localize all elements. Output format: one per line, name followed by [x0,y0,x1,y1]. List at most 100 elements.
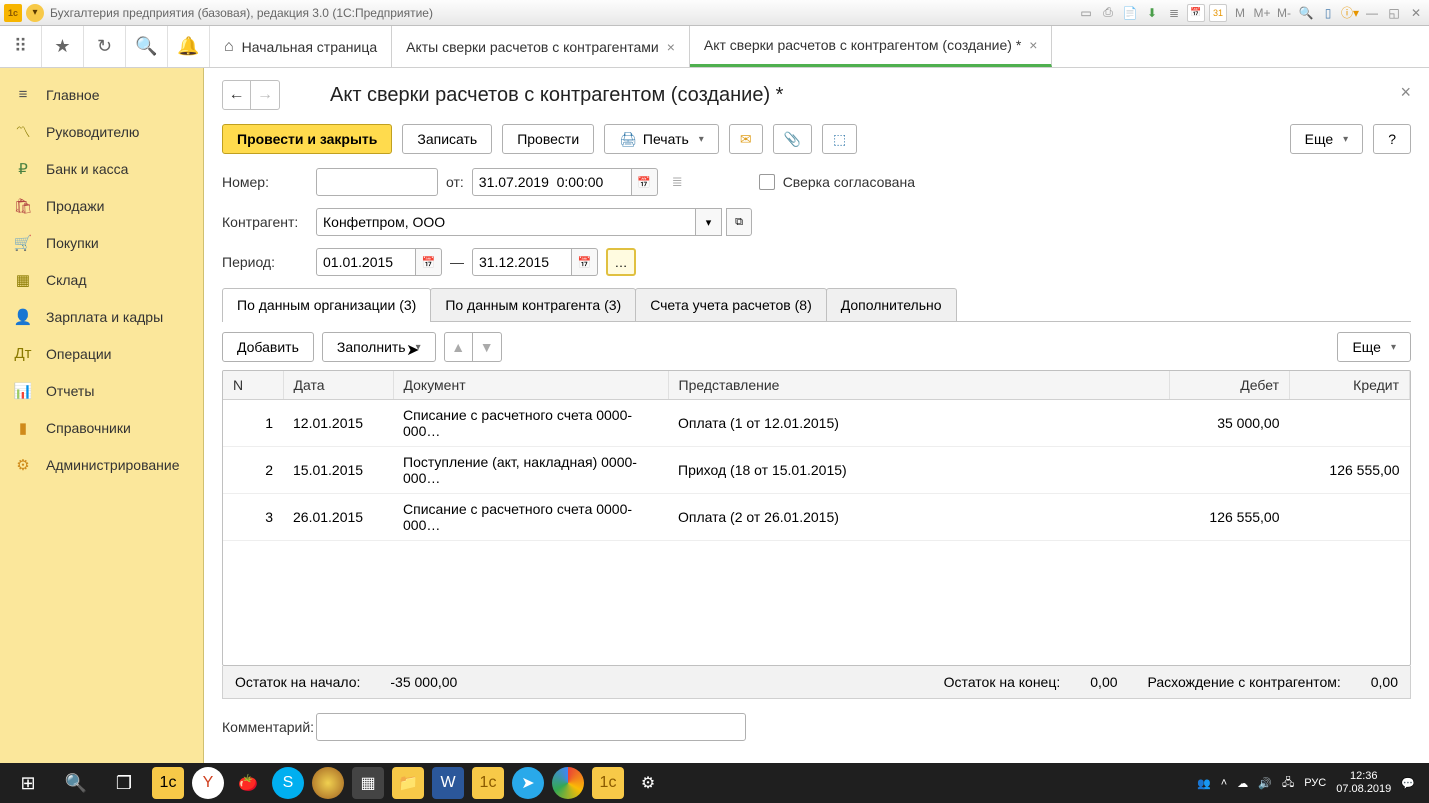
tomato-icon[interactable]: 🍅 [232,767,264,799]
tb-calendar-icon[interactable]: 📅 [1187,4,1205,22]
dropdown-icon[interactable]: ▾ [696,208,722,236]
telegram-icon[interactable]: ➤ [512,767,544,799]
table-more-button[interactable]: Еще [1337,332,1411,362]
tb-download-icon[interactable]: ⬇ [1143,4,1161,22]
reconciled-checkbox[interactable] [759,174,775,190]
col-n[interactable]: N [223,371,283,400]
tb-mplus-icon[interactable]: М+ [1253,4,1271,22]
tab-act-create[interactable]: Акт сверки расчетов с контрагентом (созд… [690,26,1053,67]
tray-lang[interactable]: РУС [1304,777,1326,789]
yandex-icon[interactable]: Y [192,767,224,799]
app-dropdown-icon[interactable] [26,4,44,22]
sidebar-item-admin[interactable]: ⚙Администрирование [0,446,203,483]
sidebar-item-sales[interactable]: 🛍Продажи [0,187,203,224]
app-1c-icon[interactable]: 1c [152,767,184,799]
structure-button[interactable]: ⬚ [822,124,857,154]
minimize-icon[interactable]: — [1363,4,1381,22]
search-icon[interactable]: 🔍 [126,26,168,67]
tb-doc-icon[interactable]: 📄 [1121,4,1139,22]
tray-onedrive-icon[interactable]: ☁ [1237,777,1248,790]
tab-org-data[interactable]: По данным организации (3) [222,288,431,321]
app-1c3-icon[interactable]: 1c [592,767,624,799]
col-date[interactable]: Дата [283,371,393,400]
sidebar-item-purchases[interactable]: 🛒Покупки [0,224,203,261]
period-picker-button[interactable]: … [606,248,636,276]
move-up-button[interactable]: ▲ [445,333,473,361]
close-icon[interactable]: ✕ [1407,4,1425,22]
table-row[interactable]: 1 12.01.2015 Списание с расчетного счета… [223,400,1410,447]
maximize-icon[interactable]: ◱ [1385,4,1403,22]
nav-back-button[interactable]: ← [223,81,251,109]
sidebar-item-hr[interactable]: 👤Зарплата и кадры [0,298,203,335]
number-input[interactable] [316,168,438,196]
calendar-icon[interactable]: 📅 [416,248,442,276]
tab-close-icon[interactable]: × [1029,37,1037,53]
attach-button[interactable]: 📎 [773,124,812,154]
app-1c2-icon[interactable]: 1c [472,767,504,799]
post-button[interactable]: Провести [502,124,594,154]
tab-counterparty-data[interactable]: По данным контрагента (3) [430,288,636,321]
col-repr[interactable]: Представление [668,371,1170,400]
history-icon[interactable]: ↻ [84,26,126,67]
tb-panel-icon[interactable]: ▯ [1319,4,1337,22]
nav-forward-button[interactable]: → [251,81,279,109]
taskview-icon[interactable]: ❐ [100,763,148,803]
tab-accounts[interactable]: Счета учета расчетов (8) [635,288,827,321]
search-task-icon[interactable]: 🔍 [52,763,100,803]
sidebar-item-warehouse[interactable]: ▦Склад [0,261,203,298]
period-to-input[interactable] [472,248,572,276]
apps-grid-icon[interactable]: ⠿ [0,26,42,67]
explorer-icon[interactable]: 📁 [392,767,424,799]
tb-print-icon[interactable]: ⎙ [1099,4,1117,22]
tray-clock[interactable]: 12:36 07.08.2019 [1336,770,1391,796]
skype-icon[interactable]: S [272,767,304,799]
open-icon[interactable]: ⧉ [726,208,752,236]
tray-people-icon[interactable]: 👥 [1197,777,1211,790]
notifications-icon[interactable]: 🔔 [168,26,210,67]
tb-window-icon[interactable]: ▭ [1077,4,1095,22]
settings-icon[interactable]: ⚙ [632,767,664,799]
tab-home[interactable]: ⌂ Начальная страница [210,26,392,67]
sidebar-item-operations[interactable]: ДтОперации [0,335,203,372]
email-button[interactable]: ✉ [729,124,763,154]
sidebar-item-bank[interactable]: ₽Банк и касса [0,150,203,187]
print-button[interactable]: 🖨Печать [604,124,719,154]
sidebar-item-refs[interactable]: ▮Справочники [0,409,203,446]
period-from-input[interactable] [316,248,416,276]
post-close-button[interactable]: Провести и закрыть [222,124,392,154]
tray-notifications-icon[interactable]: 💬 [1401,777,1415,790]
help-button[interactable]: ? [1373,124,1411,154]
col-debit[interactable]: Дебет [1170,371,1290,400]
tray-up-icon[interactable]: ˄ [1221,777,1227,789]
tab-additional[interactable]: Дополнительно [826,288,957,321]
tb-calendar31-icon[interactable]: 31 [1209,4,1227,22]
favorites-icon[interactable]: ★ [42,26,84,67]
move-down-button[interactable]: ▼ [473,333,501,361]
start-button[interactable]: ⊞ [4,763,52,803]
tab-acts-list[interactable]: Акты сверки расчетов с контрагентами × [392,26,690,67]
sidebar-item-main[interactable]: ≡Главное [0,76,203,113]
page-close-icon[interactable]: × [1400,82,1411,103]
tb-info-icon[interactable]: ⓘ▾ [1341,4,1359,22]
save-button[interactable]: Записать [402,124,492,154]
more-button[interactable]: Еще [1290,124,1364,154]
sidebar-item-manager[interactable]: 〽Руководителю [0,113,203,150]
tb-zoom-icon[interactable]: 🔍 [1297,4,1315,22]
tb-m-icon[interactable]: М [1231,4,1249,22]
word-icon[interactable]: W [432,767,464,799]
date-input[interactable] [472,168,632,196]
calendar-icon[interactable]: 📅 [632,168,658,196]
table-row[interactable]: 2 15.01.2015 Поступление (акт, накладная… [223,447,1410,494]
sidebar-item-reports[interactable]: 📊Отчеты [0,372,203,409]
tray-volume-icon[interactable]: 🔊 [1258,777,1272,790]
col-credit[interactable]: Кредит [1290,371,1410,400]
browser-icon[interactable] [312,767,344,799]
calculator-icon[interactable]: ▦ [352,767,384,799]
comment-input[interactable] [316,713,746,741]
list-icon[interactable]: ≣ [672,174,683,190]
counterparty-input[interactable] [316,208,696,236]
calendar-icon[interactable]: 📅 [572,248,598,276]
tb-compare-icon[interactable]: ≣ [1165,4,1183,22]
chrome-icon[interactable] [552,767,584,799]
fill-button[interactable]: Заполнить [322,332,436,362]
